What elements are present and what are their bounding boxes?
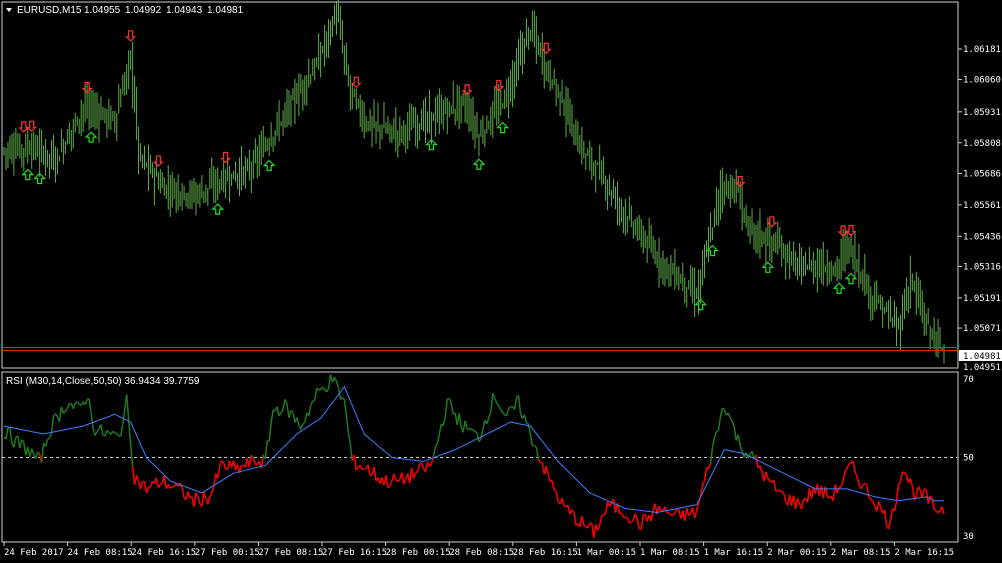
ohlc-close: 1.04981 bbox=[207, 5, 244, 16]
price-tick-label: 1.06060 bbox=[963, 75, 1001, 85]
time-tick-label: 2 Mar 00:15 bbox=[767, 548, 827, 558]
rsi-segment bbox=[826, 496, 830, 499]
rsi-segment bbox=[472, 429, 476, 432]
time-tick-label: 27 Feb 00:15 bbox=[195, 548, 260, 558]
time-tick-label: 1 Mar 00:15 bbox=[576, 548, 636, 558]
price-header: EURUSD,M15 1.04955 1.04992 1.04943 1.049… bbox=[6, 5, 244, 16]
rsi-tick-label: 50 bbox=[963, 454, 974, 464]
price-tick-label: 1.05808 bbox=[963, 139, 1001, 149]
time-tick-label: 27 Feb 08:15 bbox=[258, 548, 323, 558]
price-tick-label: 1.05561 bbox=[963, 201, 1001, 211]
rsi-segment bbox=[779, 489, 783, 493]
ohlc-high: 1.04992 bbox=[125, 5, 162, 16]
rsi-segment bbox=[716, 429, 719, 433]
rsi-tick-label: 70 bbox=[963, 375, 974, 385]
rsi-segment bbox=[369, 474, 373, 477]
price-tick-label: 1.05191 bbox=[963, 294, 1001, 304]
rsi-title: RSI (M30,14,Close,50,50) 36.9434 39.7759 bbox=[6, 376, 200, 387]
rsi-segment bbox=[415, 471, 418, 474]
time-tick-label: 1 Mar 08:15 bbox=[640, 548, 700, 558]
price-tick-label: 1.05686 bbox=[963, 169, 1001, 179]
rsi-segment bbox=[114, 432, 118, 435]
ohlc-open: 1.04955 bbox=[84, 5, 121, 16]
time-tick-label: 1 Mar 16:15 bbox=[704, 548, 764, 558]
time-tick-label: 24 Feb 16:15 bbox=[131, 548, 196, 558]
price-tick-label: 1.06181 bbox=[963, 45, 1001, 55]
ohlc-low: 1.04943 bbox=[166, 5, 203, 16]
time-tick-label: 2 Mar 08:15 bbox=[831, 548, 891, 558]
time-tick-label: 24 Feb 2017 bbox=[4, 548, 64, 558]
rsi-tick-label: 30 bbox=[963, 532, 974, 542]
extra-price-label: 1.04951 bbox=[963, 363, 1001, 373]
rsi-segment bbox=[838, 486, 842, 489]
price-tick-label: 1.05071 bbox=[963, 324, 1001, 334]
time-tick-label: 28 Feb 00:15 bbox=[386, 548, 451, 558]
rsi-segment bbox=[629, 521, 632, 524]
rsi-segment bbox=[361, 468, 365, 471]
rsi-segment bbox=[387, 485, 391, 489]
time-tick-label: 24 Feb 08:15 bbox=[68, 548, 133, 558]
time-tick-label: 28 Feb 08:15 bbox=[449, 548, 514, 558]
symbol-label: EURUSD,M15 bbox=[17, 5, 82, 16]
price-tick-label: 1.05931 bbox=[963, 108, 1001, 118]
rsi-segment bbox=[312, 399, 315, 402]
time-tick-label: 2 Mar 16:15 bbox=[894, 548, 954, 558]
time-tick-label: 27 Feb 16:15 bbox=[322, 548, 387, 558]
current-price-label: 1.04981 bbox=[963, 352, 1001, 362]
rsi-segment bbox=[526, 422, 529, 425]
time-tick-label: 28 Feb 16:15 bbox=[513, 548, 578, 558]
trading-chart[interactable]: 1.06181 1.06060 1.05931 1.05808 1.05686 1.055… bbox=[0, 0, 1002, 563]
price-tick-label: 1.05436 bbox=[963, 232, 1001, 242]
rsi-segment bbox=[316, 387, 320, 391]
price-tick-label: 1.05316 bbox=[963, 262, 1001, 272]
